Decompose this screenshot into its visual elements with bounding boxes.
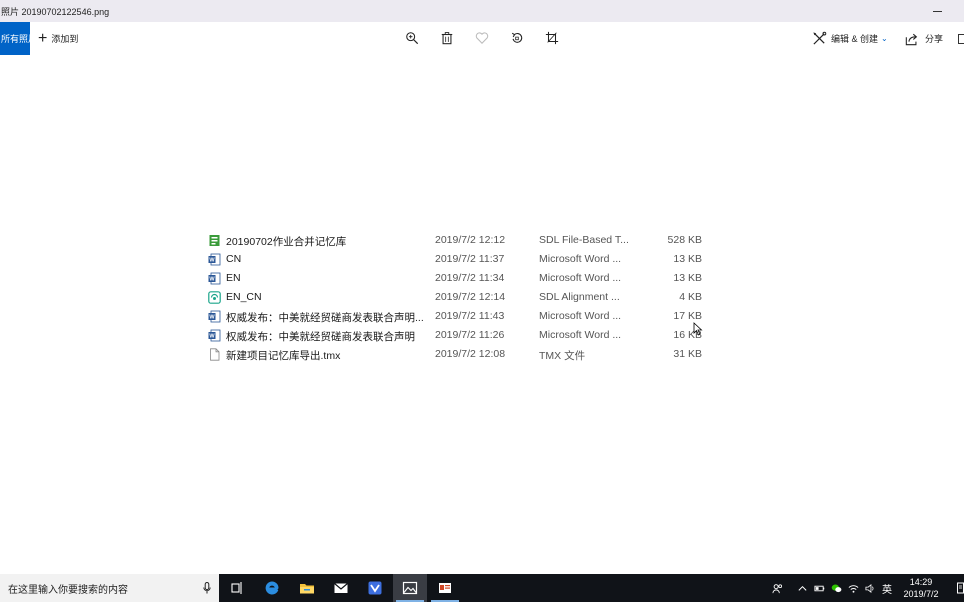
file-type: Microsoft Word ... — [539, 310, 622, 322]
taskbar: 在这里输入你要搜索的内容 英 14:29 2019/7/2 — [0, 574, 964, 602]
crop-icon[interactable] — [544, 30, 560, 46]
svg-text:W: W — [209, 277, 215, 283]
all-photos-label: 所有照片 — [1, 34, 30, 44]
volume-icon[interactable] — [863, 581, 877, 595]
powerpoint-icon[interactable] — [428, 574, 462, 602]
all-photos-button[interactable]: 所有照片 — [0, 22, 30, 55]
photos-app-icon[interactable] — [393, 574, 427, 602]
file-date: 2019/7/2 12:08 — [435, 348, 506, 360]
app-shield-icon[interactable] — [358, 574, 392, 602]
word-icon: W — [208, 272, 221, 285]
edit-create-button[interactable]: 编辑 & 创建 ⌄ — [812, 22, 888, 55]
file-explorer-icon[interactable] — [290, 574, 324, 602]
svg-text:W: W — [209, 258, 215, 264]
file-row: 20190702作业合并记忆库 2019/7/2 12:12 SDL File-Ba… — [208, 231, 708, 250]
minimize-button[interactable] — [932, 5, 944, 17]
file-date: 2019/7/2 11:37 — [435, 253, 505, 265]
more-options-icon[interactable] — [958, 34, 964, 44]
file-date: 2019/7/2 12:12 — [435, 234, 506, 246]
file-type: Microsoft Word ... — [539, 329, 622, 341]
blank-file-icon — [208, 348, 221, 361]
word-icon: W — [208, 253, 221, 266]
chevron-down-icon: ⌄ — [881, 34, 888, 43]
photos-app-window: 照片 20190702122546.png 所有照片 + 添加到 编辑 & 创建 — [0, 0, 964, 602]
wifi-icon[interactable] — [846, 581, 860, 595]
task-view-icon[interactable] — [220, 574, 254, 602]
edge-browser-icon[interactable] — [255, 574, 289, 602]
edit-create-icon — [813, 31, 827, 45]
file-name: 新建项目记忆库导出.tmx — [226, 350, 341, 362]
notification-icon[interactable] — [957, 582, 964, 594]
file-name: 权威发布：中美就经贸磋商发表联合声明... — [226, 312, 424, 324]
word-icon: W — [208, 310, 221, 323]
delete-icon[interactable] — [439, 30, 455, 46]
file-size: 13 KB — [673, 253, 702, 265]
svg-text:W: W — [209, 315, 215, 321]
ime-indicator[interactable]: 英 — [880, 581, 894, 596]
file-date: 2019/7/2 11:34 — [435, 272, 505, 284]
microphone-icon[interactable] — [203, 582, 211, 594]
file-list: 20190702作业合并记忆库 2019/7/2 12:12 SDL File-Ba… — [208, 231, 708, 364]
file-type: Microsoft Word ... — [539, 253, 622, 265]
file-row: W CN 2019/7/2 11:37 Microsoft Word ... 13 KB — [208, 250, 708, 269]
file-row: W EN 2019/7/2 11:34 Microsoft Word ... 13 KB — [208, 269, 708, 288]
file-name: EN_CN — [226, 291, 262, 303]
people-icon[interactable] — [770, 581, 784, 595]
file-row: W 权威发布：中美就经贸磋商发表联合声明 2019/7/2 11:26 Microso… — [208, 326, 708, 345]
file-type: SDL File-Based T... — [539, 234, 629, 246]
clock-date: 2019/7/2 — [903, 589, 939, 599]
sdl-alignment-icon — [208, 291, 221, 304]
zoom-icon[interactable] — [404, 30, 420, 46]
file-size: 31 KB — [673, 348, 702, 360]
share-icon — [905, 33, 918, 45]
file-row: EN_CN 2019/7/2 12:14 SDL Alignment ... 4 KB — [208, 288, 708, 307]
mail-icon[interactable] — [324, 574, 358, 602]
plus-icon: + — [38, 29, 48, 47]
file-type: TMX 文件 — [539, 350, 586, 362]
file-date: 2019/7/2 11:26 — [435, 329, 505, 341]
heart-icon[interactable] — [474, 30, 490, 46]
file-name: CN — [226, 253, 242, 265]
file-date: 2019/7/2 12:14 — [435, 291, 506, 303]
sdl-tm-icon — [208, 234, 221, 247]
title-bar: 照片 20190702122546.png — [0, 0, 964, 22]
search-placeholder: 在这里输入你要搜索的内容 — [8, 584, 128, 596]
window-title: 照片 20190702122546.png — [1, 6, 110, 17]
share-button[interactable]: 分享 — [905, 22, 943, 55]
chevron-up-icon[interactable] — [795, 581, 809, 595]
taskbar-search-box[interactable]: 在这里输入你要搜索的内容 — [0, 574, 219, 602]
mouse-cursor-icon — [693, 322, 703, 336]
file-row: 新建项目记忆库导出.tmx 2019/7/2 12:08 TMX 文件 31 KB — [208, 345, 708, 364]
word-icon: W — [208, 329, 221, 342]
file-name: 20190702作业合并记忆库 — [226, 236, 347, 248]
file-size: 4 KB — [679, 291, 702, 303]
file-size: 13 KB — [673, 272, 702, 284]
file-type: Microsoft Word ... — [539, 272, 622, 284]
file-name: EN — [226, 272, 241, 284]
file-size: 528 KB — [667, 234, 702, 246]
battery-icon[interactable] — [812, 581, 826, 595]
svg-text:W: W — [209, 334, 215, 340]
taskbar-clock[interactable]: 14:29 2019/7/2 — [898, 576, 944, 600]
system-tray: 英 — [770, 574, 897, 602]
edit-create-label: 编辑 & 创建 — [831, 34, 879, 44]
file-type: SDL Alignment ... — [539, 291, 620, 303]
clock-time: 14:29 — [909, 577, 933, 587]
file-size: 17 KB — [673, 310, 702, 322]
add-to-button[interactable]: + 添加到 — [38, 22, 78, 55]
share-label: 分享 — [925, 34, 944, 44]
wechat-icon[interactable] — [829, 581, 843, 595]
file-row: W 权威发布：中美就经贸磋商发表联合声明... 2019/7/2 11:43 Micr… — [208, 307, 708, 326]
add-to-label: 添加到 — [51, 34, 79, 44]
file-name: 权威发布：中美就经贸磋商发表联合声明 — [226, 331, 415, 343]
rotate-icon[interactable] — [509, 30, 525, 46]
file-date: 2019/7/2 11:43 — [435, 310, 505, 322]
photo-toolbar: 所有照片 + 添加到 编辑 & 创建 ⌄ 分享 — [0, 22, 964, 56]
